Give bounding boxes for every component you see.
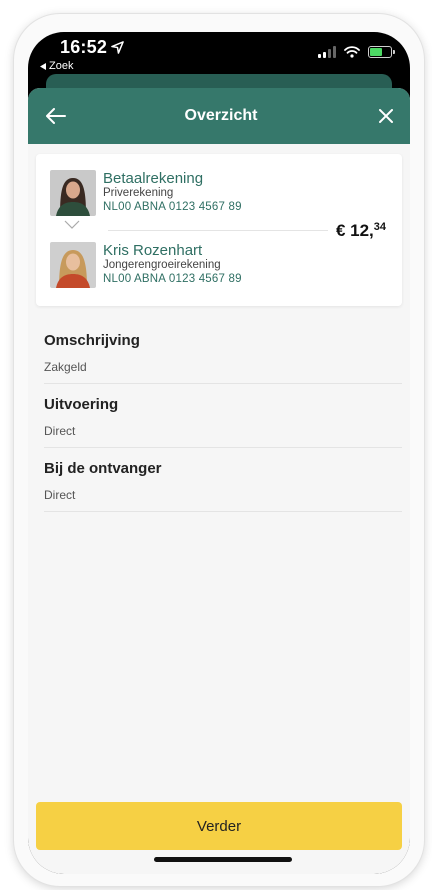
- to-account-avatar: [50, 242, 96, 288]
- status-icons: [318, 46, 395, 58]
- page-title: Overzicht: [184, 107, 258, 124]
- battery-fill: [370, 48, 382, 56]
- detail-value: Direct: [44, 488, 76, 502]
- status-time: 16:52: [60, 37, 124, 58]
- back-triangle-icon: [40, 62, 46, 70]
- amount-main: € 12,: [335, 221, 374, 240]
- amount-divider: [108, 230, 328, 231]
- from-account-type: Priverekening: [103, 187, 174, 199]
- status-time-text: 16:52: [60, 37, 108, 57]
- close-button[interactable]: [374, 104, 398, 128]
- detail-value: Direct: [44, 424, 76, 438]
- from-account-name: Betaalrekening: [103, 170, 204, 187]
- back-button[interactable]: [44, 104, 68, 128]
- phone-frame: 16:52 Zoek Overzicht Betaalrekening Priv…: [14, 14, 424, 886]
- nav-bar: Overzicht: [28, 88, 410, 144]
- to-account-name: Kris Rozenhart: [103, 242, 203, 259]
- detail-value: Zakgeld: [44, 360, 87, 374]
- wifi-icon: [344, 46, 360, 58]
- back-app-label: Zoek: [49, 60, 74, 72]
- to-account: Kris Rozenhart Jongerengroeirekening NL0…: [50, 242, 242, 288]
- transfer-summary-card: Betaalrekening Priverekening NL00 ABNA 0…: [36, 154, 402, 306]
- close-icon: [378, 109, 393, 123]
- home-indicator[interactable]: [154, 857, 292, 862]
- detail-execution: Uitvoering Direct: [44, 396, 402, 448]
- from-account: Betaalrekening Priverekening NL00 ABNA 0…: [50, 170, 242, 216]
- detail-label: Bij de ontvanger: [44, 460, 162, 477]
- phone-screen: 16:52 Zoek Overzicht Betaalrekening Priv…: [28, 32, 410, 874]
- detail-label: Omschrijving: [44, 332, 140, 349]
- status-bar: 16:52 Zoek: [28, 32, 410, 76]
- cellular-signal-icon: [318, 46, 336, 58]
- detail-at-recipient: Bij de ontvanger Direct: [44, 460, 402, 512]
- battery-icon: [368, 46, 395, 58]
- from-account-iban: NL00 ABNA 0123 4567 89: [103, 201, 242, 213]
- detail-label: Uitvoering: [44, 396, 119, 413]
- app-sheet: Overzicht Betaalrekening Priverekening N…: [28, 88, 410, 874]
- detail-description: Omschrijving Zakgeld: [44, 332, 402, 384]
- transfer-amount: € 12,34: [336, 221, 386, 241]
- girl-portrait-icon: [50, 242, 96, 288]
- transfer-details: Omschrijving Zakgeld Uitvoering Direct B…: [44, 332, 402, 524]
- from-account-avatar: [50, 170, 96, 216]
- to-account-type: Jongerengroeirekening: [103, 259, 221, 271]
- next-button[interactable]: Verder: [36, 802, 402, 850]
- location-arrow-icon: [111, 41, 124, 54]
- to-account-iban: NL00 ABNA 0123 4567 89: [103, 273, 242, 285]
- arrow-left-icon: [46, 108, 66, 124]
- amount-cents: 34: [373, 221, 386, 233]
- back-to-app-link[interactable]: Zoek: [40, 60, 73, 72]
- woman-portrait-icon: [50, 170, 96, 216]
- chevron-down-icon: [64, 220, 80, 229]
